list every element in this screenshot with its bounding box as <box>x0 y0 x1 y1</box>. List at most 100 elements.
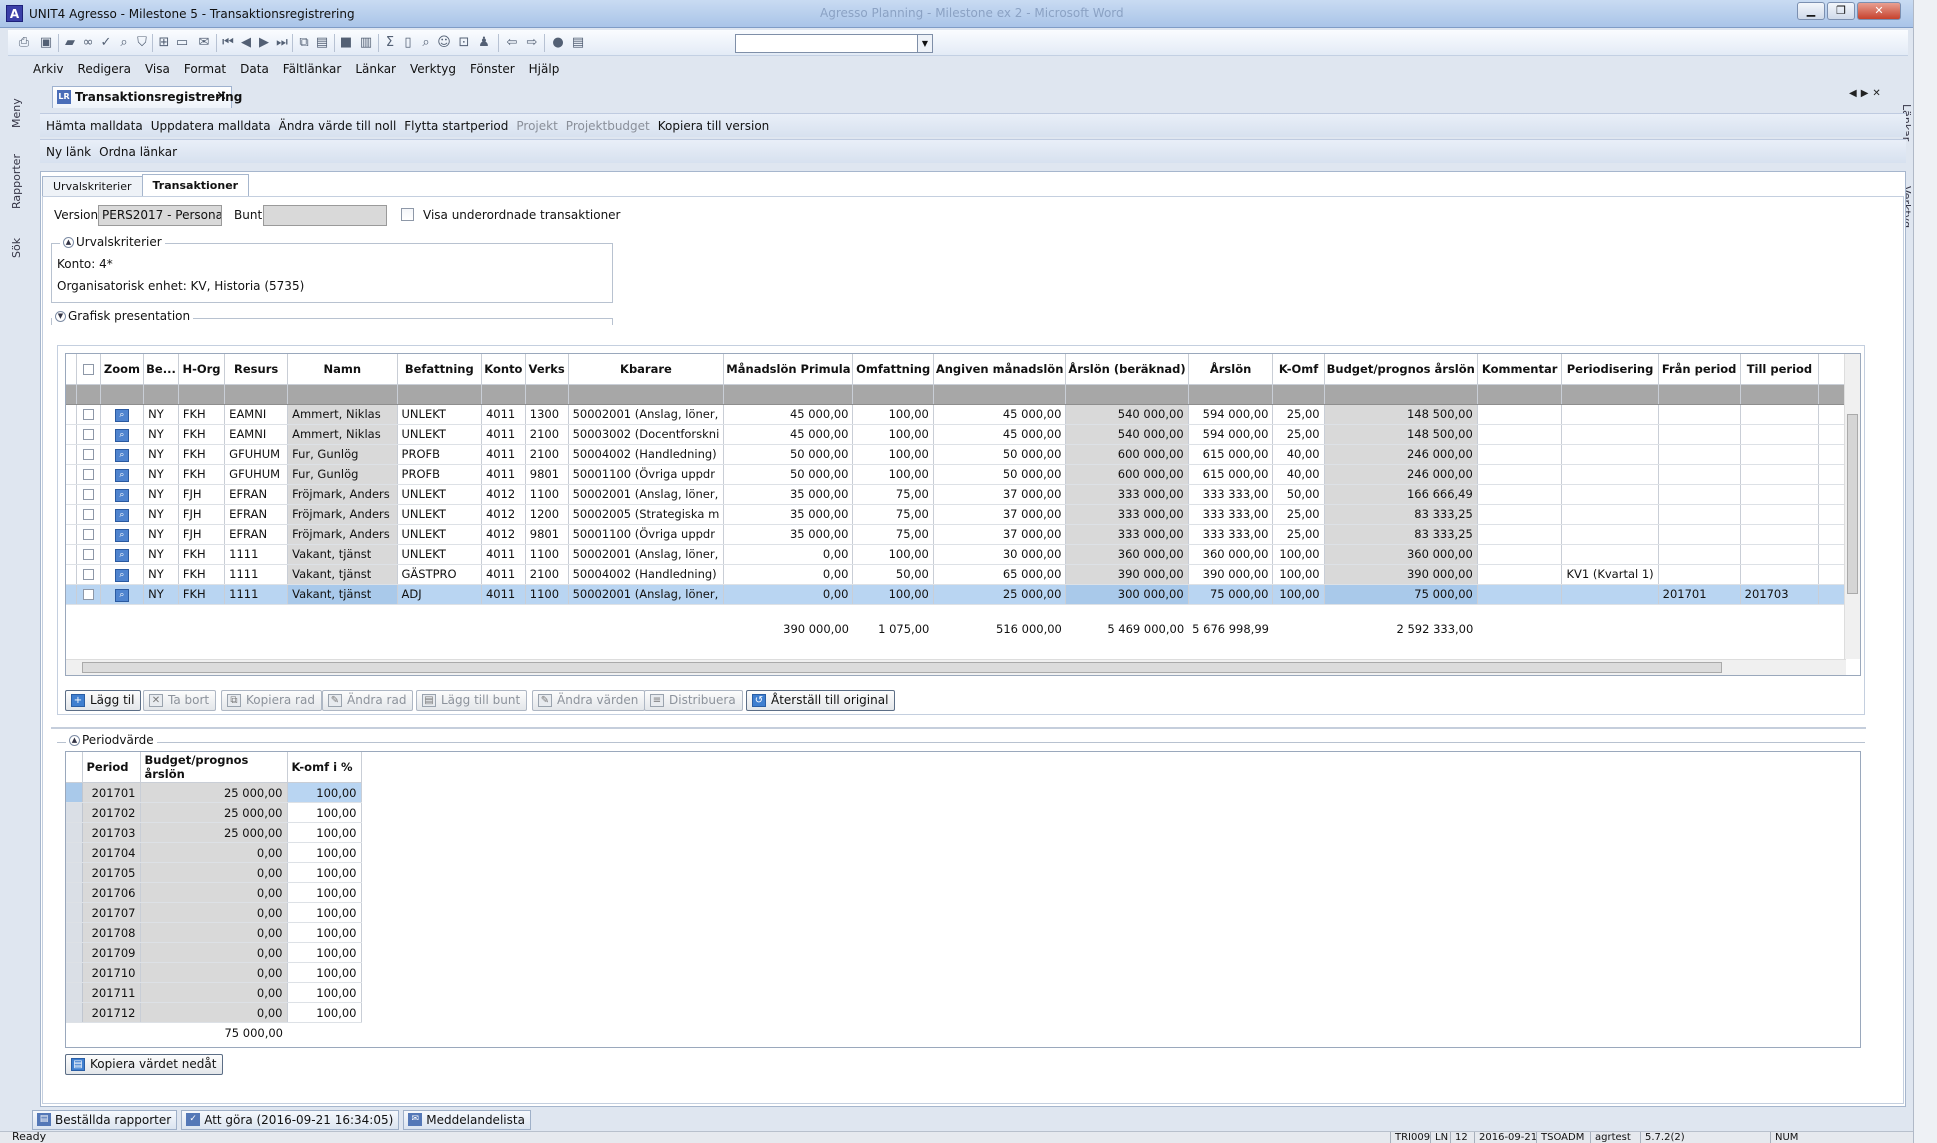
period-row[interactable]: 201701 25 000,00 100,00 <box>66 782 362 803</box>
table-cell[interactable] <box>1658 524 1741 545</box>
menu-verktyg[interactable]: Verktyg <box>403 60 463 78</box>
col-arslon-beraknad[interactable]: Årslön (beräknad) <box>1065 354 1189 385</box>
table-cell[interactable]: FKH <box>178 584 226 605</box>
person-search-icon[interactable]: ☺ <box>436 35 452 51</box>
row-header[interactable] <box>66 424 78 445</box>
table-cell[interactable]: 4011 <box>481 444 526 465</box>
table-cell[interactable]: 9801 <box>525 464 569 485</box>
budget-cell[interactable]: 0,00 <box>140 982 288 1003</box>
tab-transaktioner[interactable]: Transaktioner <box>141 174 250 197</box>
table-cell[interactable]: NY <box>143 564 179 585</box>
table-cell[interactable]: 50 000,00 <box>723 444 854 465</box>
check-icon[interactable]: ✓ <box>98 35 114 51</box>
zoom-cell[interactable]: ⌕ <box>100 504 145 525</box>
table-cell[interactable]: 615 000,00 <box>1188 444 1274 465</box>
table-row[interactable]: ⌕ NY FKH EAMNI Ammert, Niklas UNLEKT 4011 1300 5… <box>66 404 1860 425</box>
table-cell[interactable]: 4012 <box>481 524 526 545</box>
criteria-header[interactable]: ▲ Urvalskriterier <box>60 235 165 249</box>
table-cell[interactable] <box>1477 504 1563 525</box>
menu-visa[interactable]: Visa <box>138 60 177 78</box>
table-cell[interactable]: UNLEKT <box>397 404 482 425</box>
table-cell[interactable] <box>1561 504 1659 525</box>
record-icon[interactable]: ● <box>550 35 566 51</box>
task-bestallda-rapporter[interactable]: ▤ Beställda rapporter <box>32 1110 178 1130</box>
task-meddelandelista[interactable]: ✉ Meddelandelista <box>403 1110 531 1130</box>
print-icon[interactable]: ⎙ <box>16 35 32 51</box>
copy-icon[interactable]: ⧉ <box>296 35 312 51</box>
table-cell[interactable]: FKH <box>178 464 226 485</box>
table-cell[interactable]: 25 000,00 <box>933 584 1067 605</box>
table-cell[interactable] <box>1658 464 1741 485</box>
select-all-header[interactable] <box>76 354 101 385</box>
table-cell[interactable]: 148 500,00 <box>1324 404 1478 425</box>
table-cell[interactable]: EFRAN <box>224 524 289 545</box>
budget-cell[interactable]: 0,00 <box>140 842 288 863</box>
table-cell[interactable] <box>1740 524 1820 545</box>
row-select-cell[interactable] <box>76 544 101 565</box>
table-cell[interactable]: 594 000,00 <box>1188 404 1274 425</box>
table-row[interactable]: ⌕ NY FKH 1111 Vakant, tjänst GÄSTPRO 4011 2100 5… <box>66 564 1860 585</box>
k-omf-cell[interactable]: 100,00 <box>287 982 362 1003</box>
col-till-period[interactable]: Till period <box>1740 354 1820 385</box>
table-cell[interactable]: 35 000,00 <box>723 484 854 505</box>
next-record-icon[interactable]: ▶ <box>256 35 272 51</box>
table-cell[interactable] <box>1561 584 1659 605</box>
table-cell[interactable]: Ammert, Niklas <box>287 404 398 425</box>
table-cell[interactable]: 540 000,00 <box>1065 424 1189 445</box>
zoom-cell[interactable]: ⌕ <box>100 524 145 545</box>
row-checkbox[interactable] <box>82 489 94 500</box>
table-cell[interactable]: NY <box>143 424 179 445</box>
table-cell[interactable]: 45 000,00 <box>933 404 1067 425</box>
table-cell[interactable]: Vakant, tjänst <box>287 584 398 605</box>
table-cell[interactable]: EAMNI <box>224 404 289 425</box>
table-cell[interactable]: UNLEKT <box>397 484 482 505</box>
budget-cell[interactable]: 0,00 <box>140 1002 288 1023</box>
table-cell[interactable]: 75,00 <box>852 504 934 525</box>
table-cell[interactable]: PROFB <box>397 444 482 465</box>
table-cell[interactable] <box>1740 404 1820 425</box>
col-verks[interactable]: Verks <box>525 354 569 385</box>
period-row-header[interactable] <box>66 862 83 883</box>
table-cell[interactable]: 100,00 <box>1272 564 1325 585</box>
save-icon[interactable]: ▣ <box>38 35 54 51</box>
table-cell[interactable] <box>1740 464 1820 485</box>
table-cell[interactable] <box>1740 444 1820 465</box>
table-cell[interactable]: 333 000,00 <box>1065 524 1189 545</box>
table-cell[interactable] <box>1477 564 1563 585</box>
collapse-icon[interactable]: ▲ <box>63 237 74 248</box>
k-omf-cell[interactable]: 100,00 <box>287 802 362 823</box>
budget-cell[interactable]: 0,00 <box>140 962 288 983</box>
col-resurs[interactable]: Resurs <box>224 354 289 385</box>
table-cell[interactable]: 0,00 <box>723 544 854 565</box>
bunt-field[interactable] <box>263 205 387 226</box>
col-namn[interactable]: Namn <box>287 354 398 385</box>
menu-data[interactable]: Data <box>233 60 276 78</box>
table-cell[interactable]: 1300 <box>525 404 569 425</box>
action-andra-varde-noll[interactable]: Ändra värde till noll <box>279 119 397 133</box>
task-att-gora[interactable]: ✓ Att göra (2016-09-21 16:34:05) <box>181 1110 400 1130</box>
table-cell[interactable] <box>1477 584 1563 605</box>
table-cell[interactable]: 100,00 <box>852 584 934 605</box>
row-header[interactable] <box>66 524 78 545</box>
menu-lankar[interactable]: Länkar <box>348 60 403 78</box>
table-cell[interactable]: UNLEKT <box>397 504 482 525</box>
table-row[interactable]: ⌕ NY FKH EAMNI Ammert, Niklas UNLEKT 4011 2100 5… <box>66 424 1860 445</box>
row-select-cell[interactable] <box>76 484 101 505</box>
table-cell[interactable]: FJH <box>178 484 226 505</box>
table-cell[interactable]: 1111 <box>224 584 289 605</box>
table-row[interactable]: ⌕ NY FKH 1111 Vakant, tjänst ADJ 4011 1100 50002… <box>66 584 1860 605</box>
zoom-cell[interactable]: ⌕ <box>100 544 145 565</box>
period-row-header[interactable] <box>66 782 83 803</box>
table-cell[interactable]: 300 000,00 <box>1065 584 1189 605</box>
table-cell[interactable]: 246 000,00 <box>1324 444 1478 465</box>
period-row[interactable]: 201706 0,00 100,00 <box>66 882 362 903</box>
table-cell[interactable]: 45 000,00 <box>933 424 1067 445</box>
table-cell[interactable]: 37 000,00 <box>933 484 1067 505</box>
row-select-cell[interactable] <box>76 504 101 525</box>
block-icon[interactable]: ■ <box>338 35 354 51</box>
zoom-icon[interactable]: ⌕ <box>114 429 129 442</box>
tab-urvalskriterier[interactable]: Urvalskriterier <box>42 176 143 197</box>
zoom-icon[interactable]: ⌕ <box>114 409 129 422</box>
col-k-omf[interactable]: K-Omf <box>1272 354 1325 385</box>
period-row[interactable]: 201711 0,00 100,00 <box>66 982 362 1003</box>
